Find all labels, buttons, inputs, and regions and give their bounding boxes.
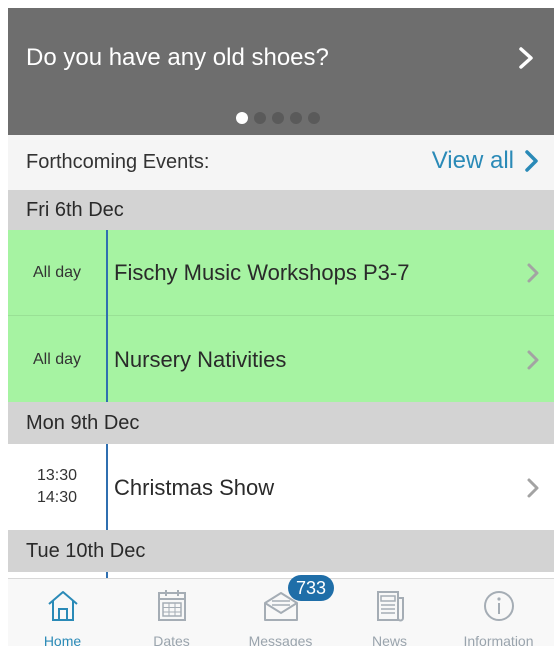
announcement-banner[interactable]: Do you have any old shoes? xyxy=(8,8,554,135)
timeline-line xyxy=(106,444,108,530)
unread-badge: 733 xyxy=(288,575,335,601)
event-title: Fischy Music Workshops P3-7 xyxy=(114,260,410,285)
event-row[interactable]: All day Nursery Nativities xyxy=(8,316,554,402)
info-icon xyxy=(483,591,514,621)
home-icon xyxy=(47,591,78,621)
day-header-label: Mon 9th Dec xyxy=(26,412,140,434)
tab-label: Information xyxy=(463,633,534,646)
chevron-right-icon xyxy=(525,150,538,172)
banner-title: Do you have any old shoes? xyxy=(26,44,329,71)
day-header-label: Tue 10th Dec xyxy=(26,540,146,562)
event-row[interactable]: 13:30 14:30 Christmas Show xyxy=(8,444,554,530)
page-dot[interactable] xyxy=(290,112,302,124)
tab-home[interactable]: Home xyxy=(8,579,117,646)
page-dot[interactable] xyxy=(308,112,320,124)
day-header: Tue 10th Dec xyxy=(8,530,554,572)
event-time-start: 13:30 xyxy=(36,467,78,484)
calendar-icon xyxy=(157,590,186,621)
tab-dates[interactable]: Dates xyxy=(117,579,226,646)
tab-bar: Home Dates 733 Messages News Information xyxy=(8,575,554,646)
tab-information[interactable]: Information xyxy=(444,579,553,646)
tab-label: News xyxy=(371,633,407,646)
day-header-label: Fri 6th Dec xyxy=(26,199,124,221)
forthcoming-events-label: Forthcoming Events: xyxy=(26,151,210,173)
event-title: Nursery Nativities xyxy=(114,347,287,372)
page-dot[interactable] xyxy=(236,112,248,124)
timeline-line xyxy=(106,230,108,402)
event-time: All day xyxy=(32,264,82,281)
event-time-end: 14:30 xyxy=(36,489,78,506)
chevron-right-icon xyxy=(527,263,539,283)
view-all-label: View all xyxy=(431,147,514,174)
newspaper-icon xyxy=(376,591,404,622)
event-title: Christmas Show xyxy=(114,475,275,500)
page-dot[interactable] xyxy=(254,112,266,124)
day-header: Mon 9th Dec xyxy=(8,402,554,444)
tab-label: Dates xyxy=(153,633,190,646)
page-dot[interactable] xyxy=(272,112,284,124)
forthcoming-events-header: Forthcoming Events: View all xyxy=(8,135,554,190)
event-time: All day xyxy=(32,351,82,368)
day-header: Fri 6th Dec xyxy=(8,190,554,230)
tab-label: Messages xyxy=(248,633,313,646)
chevron-right-icon xyxy=(527,350,539,370)
tab-label: Home xyxy=(43,633,82,646)
chevron-right-icon[interactable] xyxy=(512,42,540,74)
view-all-link[interactable]: View all xyxy=(432,147,540,175)
chevron-right-icon xyxy=(527,478,539,498)
event-row[interactable]: All day Fischy Music Workshops P3-7 xyxy=(8,230,554,316)
page-indicator[interactable] xyxy=(236,112,320,124)
tab-news[interactable]: News xyxy=(335,579,444,646)
tab-messages[interactable]: 733 Messages xyxy=(226,575,335,646)
